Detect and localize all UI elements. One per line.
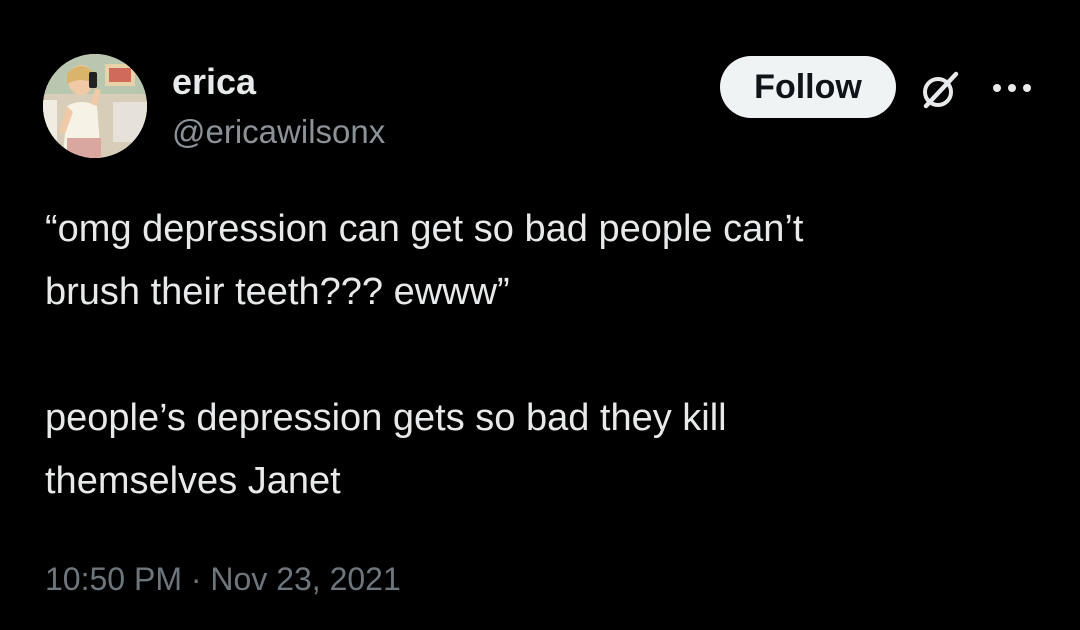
avatar[interactable] xyxy=(43,54,147,158)
timestamp[interactable]: 10:50 PM · Nov 23, 2021 xyxy=(45,558,401,600)
slashed-circle-icon[interactable] xyxy=(918,68,962,112)
tweet-line: themselves Janet xyxy=(45,460,341,502)
tweet-line: brush their teeth??? ewww” xyxy=(45,271,510,313)
tweet-line: people’s depression gets so bad they kil… xyxy=(45,397,727,439)
more-dots-icon[interactable] xyxy=(990,78,1034,98)
user-handle[interactable]: @ericawilsonx xyxy=(172,112,385,152)
tweet-line: “omg depression can get so bad people ca… xyxy=(45,208,804,250)
profile-photo-icon xyxy=(43,54,147,158)
tweet-card: erica @ericawilsonx Follow “omg depressi… xyxy=(0,0,1080,630)
follow-button[interactable]: Follow xyxy=(720,56,896,118)
display-name[interactable]: erica xyxy=(172,60,256,104)
tweet-text: “omg depression can get so bad people ca… xyxy=(45,198,1045,513)
